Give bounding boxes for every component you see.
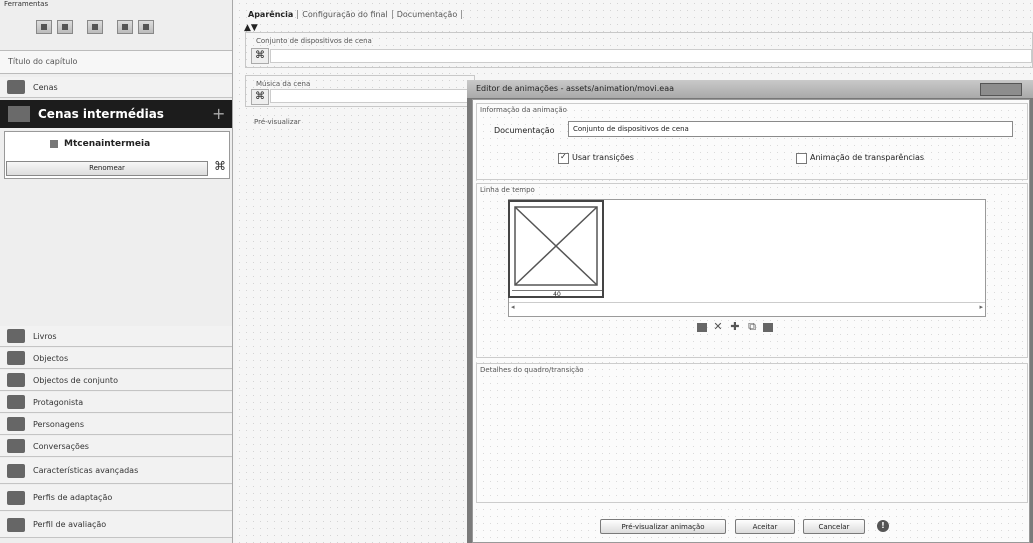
chapter-title-label: Título do capítulo: [8, 57, 78, 66]
preview-label: Pré-visualizar: [254, 118, 301, 126]
sidebar-item-player[interactable]: Protagonista: [0, 392, 232, 413]
delete-cutscene-icon[interactable]: ⌘: [214, 159, 226, 173]
move-left-icon[interactable]: [697, 322, 707, 332]
dialog-title: Editor de animações - assets/animation/m…: [476, 84, 674, 93]
help-icon[interactable]: !: [877, 520, 889, 532]
sidebar-item-label: Personagens: [33, 419, 85, 429]
sidebar-item-label: Livros: [33, 331, 57, 341]
sidebar-item-adaptation[interactable]: Perfis de adaptação: [0, 485, 232, 511]
toolbar: [36, 20, 154, 38]
open-icon[interactable]: [57, 20, 73, 34]
new-icon[interactable]: [36, 20, 52, 34]
device-set-title: Conjunto de dispositivos de cena: [256, 37, 372, 45]
sidebar-item-cutscenes[interactable]: Cenas intermédias: [0, 100, 232, 128]
transparency-label: Animação de transparências: [810, 153, 925, 162]
animation-info-title: Informação da animação: [480, 106, 567, 114]
window-controls[interactable]: [980, 83, 1022, 96]
sidebar-item-advanced[interactable]: Características avançadas: [0, 458, 232, 484]
preview-animation-button[interactable]: Pré-visualizar animação: [600, 519, 726, 534]
move-right-icon[interactable]: [763, 322, 773, 332]
animation-info-group: [476, 103, 1028, 180]
characters-icon: [7, 417, 25, 431]
book-icon: [7, 329, 25, 343]
cutscene-item-icon: [50, 140, 58, 148]
scroll-left-icon[interactable]: ◂: [511, 303, 515, 311]
empty-frame-icon: [514, 206, 598, 286]
player-icon: [7, 395, 25, 409]
cutscenes-icon: [8, 106, 30, 122]
use-transitions-checkbox[interactable]: [558, 152, 569, 164]
sidebar-item-set-objects[interactable]: Objectos de conjunto: [0, 370, 232, 391]
set-objects-icon: [7, 373, 25, 387]
sidebar-item-label: Perfil de avaliação: [33, 520, 107, 529]
sidebar-item-characters[interactable]: Personagens: [0, 414, 232, 435]
sidebar-item-label: Cenas: [33, 82, 58, 92]
use-transitions-label: Usar transições: [572, 153, 634, 162]
scroll-right-icon[interactable]: ▸: [979, 303, 983, 311]
sidebar-item-assessment[interactable]: Perfil de avaliação: [0, 512, 232, 538]
sidebar-item-conversations[interactable]: Conversações: [0, 436, 232, 457]
documentation-label: Documentação: [494, 126, 555, 135]
scene-music-field[interactable]: [270, 89, 472, 103]
accept-button[interactable]: Aceitar: [735, 519, 795, 534]
sidebar-item-objects[interactable]: Objectos: [0, 348, 232, 369]
cutscene-list-item[interactable]: Mtcenaintermeia: [64, 139, 150, 149]
tab-bar: Aparência Configuração do final Document…: [244, 10, 463, 19]
duplicate-frame-icon[interactable]: ⧉: [746, 321, 758, 333]
sidebar-item-label: Cenas intermédias: [38, 107, 164, 121]
delete-frame-icon[interactable]: ✕: [712, 321, 724, 333]
frame-duration-label: 40: [512, 290, 602, 298]
save-icon[interactable]: [87, 20, 103, 34]
cancel-button[interactable]: Cancelar: [803, 519, 865, 534]
frame-thumbnail[interactable]: [508, 200, 604, 298]
tab-end-configuration[interactable]: Configuração do final: [298, 10, 393, 19]
objects-icon: [7, 351, 25, 365]
frame-toolbar: ✕ ✚ ⧉: [697, 321, 773, 333]
frame-details-title: Detalhes do quadro/transição: [480, 366, 584, 374]
tab-appearance[interactable]: Aparência: [244, 10, 299, 19]
sidebar-item-label: Perfis de adaptação: [33, 493, 113, 502]
sidebar-item-label: Conversações: [33, 441, 89, 451]
transparency-checkbox[interactable]: [796, 153, 807, 164]
advanced-icon: [7, 463, 25, 478]
scene-music-edit-icon[interactable]: ⌘: [251, 89, 269, 105]
device-set-edit-icon[interactable]: ⌘: [251, 48, 269, 64]
scene-music-title: Música da cena: [256, 80, 311, 88]
timeline-scrollbar[interactable]: ◂ ▸: [509, 302, 985, 315]
sidebar-item-label: Características avançadas: [33, 466, 139, 475]
adaptation-icon: [7, 490, 25, 505]
sidebar-item-label: Protagonista: [33, 397, 84, 407]
chapter-title-item[interactable]: Título do capítulo: [0, 50, 232, 74]
rename-button[interactable]: Renomear: [6, 161, 208, 176]
device-set-field[interactable]: [270, 49, 1032, 63]
documentation-input[interactable]: Conjunto de dispositivos de cena: [568, 121, 1013, 137]
add-frame-icon[interactable]: ✚: [729, 321, 741, 333]
sidebar-item-scenes[interactable]: Cenas: [0, 77, 232, 98]
timeline-title: Linha de tempo: [480, 186, 535, 194]
tools-title: Ferramentas: [4, 0, 49, 8]
assessment-icon: [7, 517, 25, 532]
frame-details-group: [476, 363, 1028, 503]
tab-documentation[interactable]: Documentação: [393, 10, 463, 19]
sidebar-item-label: Objectos: [33, 353, 69, 363]
scenes-icon: [7, 80, 25, 94]
sidebar-item-label: Objectos de conjunto: [33, 375, 118, 385]
conversation-icon: [7, 439, 25, 453]
sidebar-item-books[interactable]: Livros: [0, 326, 232, 347]
redo-icon[interactable]: [138, 20, 154, 34]
add-cutscene-button[interactable]: +: [212, 104, 225, 123]
undo-icon[interactable]: [117, 20, 133, 34]
